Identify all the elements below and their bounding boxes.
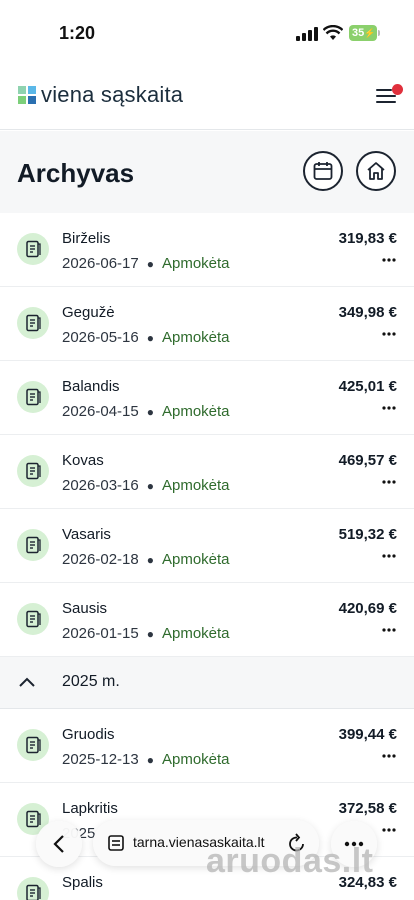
invoice-date: 2026-01-15	[62, 625, 139, 642]
invoice-icon	[17, 307, 49, 339]
logo-mark-icon	[18, 86, 36, 104]
invoice-meta: 2026-04-15 ● Apmokėta	[62, 403, 230, 420]
invoice-amount: 469,57 €	[338, 452, 397, 469]
invoice-date: 2026-06-17	[62, 255, 139, 272]
invoice-amount: 319,83 €	[338, 230, 397, 247]
invoice-month: Gruodis	[62, 726, 115, 743]
invoice-date: 2026-02-18	[62, 551, 139, 568]
invoice-date: 2025-12-13	[62, 751, 139, 768]
calendar-button[interactable]	[303, 151, 343, 191]
invoice-status: Apmokėta	[161, 625, 230, 642]
invoice-row[interactable]: Balandis 2026-04-15 ● Apmokėta 425,01 €	[0, 361, 414, 435]
invoice-month: Vasaris	[62, 526, 111, 543]
calendar-icon	[313, 162, 333, 180]
separator-dot: ●	[146, 553, 154, 567]
reader-icon[interactable]	[107, 834, 125, 852]
invoice-status: Apmokėta	[161, 551, 230, 568]
invoice-meta: 2025-12-13 ● Apmokėta	[62, 751, 230, 768]
separator-dot: ●	[146, 331, 154, 345]
more-dots-icon[interactable]	[382, 627, 396, 633]
menu-icon-line	[376, 101, 396, 103]
separator-dot: ●	[146, 479, 154, 493]
invoice-month: Sausis	[62, 600, 108, 617]
menu-icon	[376, 89, 392, 91]
menu-button[interactable]	[372, 80, 404, 112]
invoice-list: Birželis 2026-06-17 ● Apmokėta 319,83 € Geguž…	[0, 213, 414, 900]
more-dots-icon[interactable]	[382, 479, 396, 485]
separator-dot: ●	[146, 405, 154, 419]
invoice-row[interactable]: Kovas 2026-03-16 ● Apmokėta 469,57 €	[0, 435, 414, 509]
invoice-meta: 2026-02-18 ● Apmokėta	[62, 551, 230, 568]
invoice-month: Lapkritis	[62, 800, 118, 817]
status-bar: 1:20 35⚡	[0, 0, 414, 62]
separator-dot: ●	[146, 257, 154, 271]
invoice-meta: 2026-01-15 ● Apmokėta	[62, 625, 230, 642]
notification-dot	[392, 84, 403, 95]
page-title: Archyvas	[17, 158, 135, 188]
invoice-date: 2026-03-16	[62, 477, 139, 494]
invoice-month: Spalis	[62, 874, 103, 891]
invoice-status: Apmokėta	[161, 255, 230, 272]
status-time: 1:20	[59, 23, 96, 43]
invoice-date: 2026-04-15	[62, 403, 139, 420]
invoice-month: Kovas	[62, 452, 104, 469]
back-button[interactable]	[36, 821, 82, 867]
invoice-meta: 2026-03-16 ● Apmokėta	[62, 477, 230, 494]
invoice-row[interactable]: Sausis 2026-01-15 ● Apmokėta 420,69 €	[0, 583, 414, 657]
more-dots-icon[interactable]	[382, 405, 396, 411]
more-dots-icon[interactable]	[382, 827, 396, 833]
more-dots-icon[interactable]	[382, 553, 396, 559]
separator-dot: ●	[146, 627, 154, 641]
invoice-status: Apmokėta	[161, 403, 230, 420]
invoice-icon	[17, 603, 49, 635]
invoice-icon	[17, 455, 49, 487]
invoice-amount: 519,32 €	[338, 526, 397, 543]
year-label: 2025 m.	[62, 673, 120, 690]
invoice-amount: 425,01 €	[338, 378, 397, 395]
invoice-icon	[17, 529, 49, 561]
invoice-icon	[17, 877, 49, 900]
invoice-row[interactable]: Gruodis 2025-12-13 ● Apmokėta 399,44 €	[0, 709, 414, 783]
year-group-header[interactable]: 2025 m.	[0, 657, 414, 709]
more-dots-icon[interactable]	[382, 257, 396, 263]
logo-text[interactable]: viena sąskaita	[41, 82, 183, 108]
invoice-amount: 372,58 €	[338, 800, 397, 817]
invoice-month: Birželis	[62, 230, 111, 247]
chevron-left-icon	[53, 835, 64, 853]
invoice-amount: 349,98 €	[338, 304, 397, 321]
more-dots-icon[interactable]	[382, 753, 396, 759]
home-button[interactable]	[356, 151, 396, 191]
battery-level: 35	[352, 27, 365, 39]
invoice-date: 2026-05-16	[62, 329, 139, 346]
invoice-status: Apmokėta	[161, 477, 230, 494]
battery-icon: 35⚡	[349, 25, 377, 41]
watermark: aruodas.lt	[206, 842, 374, 880]
invoice-amount: 420,69 €	[338, 600, 397, 617]
invoice-row[interactable]: Birželis 2026-06-17 ● Apmokėta 319,83 €	[0, 213, 414, 287]
invoice-icon	[17, 233, 49, 265]
cellular-signal-icon	[296, 27, 318, 41]
invoice-month: Gegužė	[62, 304, 115, 321]
invoice-icon	[17, 381, 49, 413]
app-header: viena sąskaita	[0, 62, 414, 130]
invoice-status: Apmokėta	[161, 751, 230, 768]
wifi-icon	[323, 25, 343, 40]
invoice-status: Apmokėta	[161, 329, 230, 346]
invoice-amount: 399,44 €	[338, 726, 397, 743]
home-icon	[367, 162, 385, 180]
menu-icon-line	[376, 95, 396, 97]
invoice-row[interactable]: Vasaris 2026-02-18 ● Apmokėta 519,32 €	[0, 509, 414, 583]
invoice-row[interactable]: Gegužė 2026-05-16 ● Apmokėta 349,98 €	[0, 287, 414, 361]
invoice-meta: 2026-05-16 ● Apmokėta	[62, 329, 230, 346]
separator-dot: ●	[146, 753, 154, 767]
title-bar: Archyvas	[0, 131, 414, 213]
chevron-up-icon	[19, 677, 35, 687]
invoice-icon	[17, 729, 49, 761]
invoice-month: Balandis	[62, 378, 120, 395]
battery-tip	[378, 30, 380, 36]
invoice-meta: 2026-06-17 ● Apmokėta	[62, 255, 230, 272]
more-dots-icon[interactable]	[382, 331, 396, 337]
